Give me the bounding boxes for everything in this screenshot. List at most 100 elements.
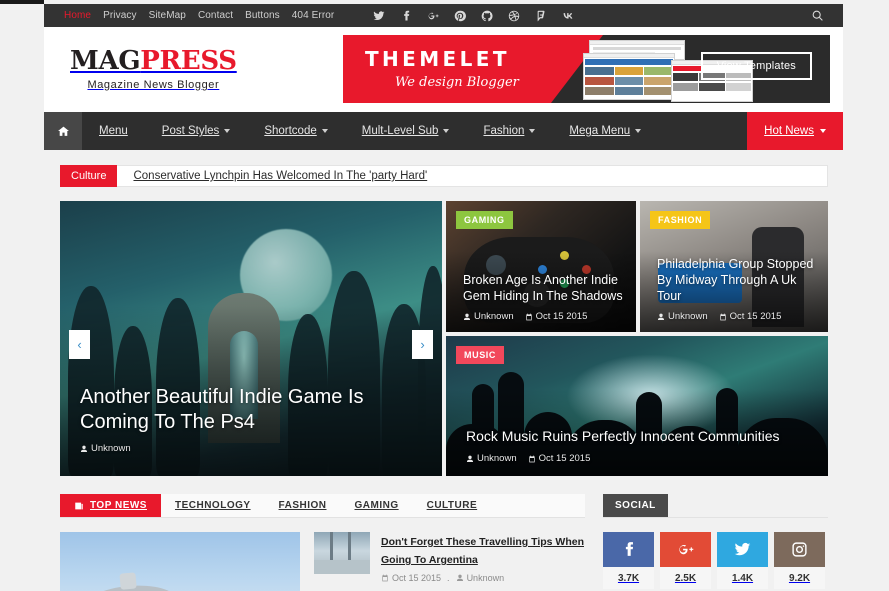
slider-next-button[interactable]: › [412,330,433,359]
social-box-twitter[interactable]: 1.4K [717,532,768,589]
top-nav-sitemap[interactable]: SiteMap [149,10,186,21]
google-plus-icon[interactable] [426,9,439,22]
google-plus-count: 2.5K [660,567,711,589]
featured-main-title[interactable]: Another Beautiful Indie Game Is Coming T… [80,385,382,436]
tab-culture[interactable]: CULTURE [413,494,492,517]
tab-technology[interactable]: TECHNOLOGY [161,494,265,517]
chevron-down-icon [635,129,642,133]
featured-main-body: Another Beautiful Indie Game Is Coming T… [80,385,382,454]
pinterest-icon[interactable] [453,9,466,22]
site-header: MAGPRESS Magazine News Blogger THEMELET … [44,27,843,112]
social-widget-title: SOCIAL [603,494,668,517]
featured-fashion-body: Philadelphia Group Stopped By Midway Thr… [657,256,816,322]
dribbble-icon[interactable] [507,9,520,22]
foursquare-icon[interactable] [534,9,547,22]
featured-grid: Another Beautiful Indie Game Is Coming T… [60,201,828,476]
author-meta: Unknown [456,573,504,583]
twitter-icon [717,532,768,567]
featured-fashion-card[interactable]: FASHION Philadelphia Group Stopped By Mi… [640,201,828,332]
post-thumbnail[interactable] [314,532,370,574]
featured-music-badge: MUSIC [456,346,504,364]
google-plus-icon [660,532,711,567]
nav-item-fashion[interactable]: Fashion [466,112,552,150]
author-meta: Unknown [463,311,514,322]
featured-music-card[interactable]: MUSIC Rock Music Ruins Perfectly Innocen… [446,336,828,476]
tab-label: TOP NEWS [90,500,147,511]
top-social-links [372,9,574,22]
news-ticker: Culture Conservative Lynchpin Has Welcom… [60,165,828,187]
social-box-google-plus[interactable]: 2.5K [660,532,711,589]
social-widget-header: SOCIAL [603,494,828,518]
view-templates-button[interactable]: View Templates [700,52,812,80]
calendar-icon [719,313,726,320]
nav-item-post-styles[interactable]: Post Styles [145,112,248,150]
social-widget: SOCIAL 3.7K 2.5K 1.4K 9.2K [603,494,828,589]
tab-gaming[interactable]: GAMING [341,494,413,517]
post-title[interactable]: Don't Forget These Travelling Tips When … [381,536,584,566]
featured-music-meta: Unknown Oct 15 2015 [466,453,812,464]
chevron-down-icon [443,129,450,133]
instagram-icon [774,532,825,567]
top-bar: Home Privacy SiteMap Contact Buttons 404… [44,4,843,27]
featured-music-title[interactable]: Rock Music Ruins Perfectly Innocent Comm… [466,428,812,446]
vk-icon[interactable] [561,9,574,22]
chevron-down-icon [224,129,231,133]
nav-item-hot-news[interactable]: Hot News [747,112,843,150]
list-item[interactable]: Don't Forget These Travelling Tips When … [314,532,585,583]
top-news-widget: TOP NEWS TECHNOLOGY FASHION GAMING CULTU… [60,494,585,591]
twitter-icon[interactable] [372,9,385,22]
tab-bar: TOP NEWS TECHNOLOGY FASHION GAMING CULTU… [60,494,585,518]
featured-post-thumbnail[interactable] [60,532,300,591]
tab-fashion[interactable]: FASHION [265,494,341,517]
featured-gaming-card[interactable]: GAMING Broken Age Is Another Indie Gem H… [446,201,636,332]
featured-music-body: Rock Music Ruins Perfectly Innocent Comm… [466,428,812,464]
user-icon [81,445,87,452]
home-icon[interactable] [44,112,82,150]
calendar-icon [382,574,388,582]
featured-gaming-badge: GAMING [456,211,513,229]
featured-gaming-meta: Unknown Oct 15 2015 [463,311,624,322]
featured-gaming-body: Broken Age Is Another Indie Gem Hiding I… [463,272,624,322]
logo-tagline: Magazine News Blogger [87,79,220,91]
top-nav-404-error[interactable]: 404 Error [292,10,335,21]
top-nav-home[interactable]: Home [64,10,91,21]
chevron-down-icon [529,129,536,133]
ad-subtitle: We design Blogger [395,75,519,90]
nav-label: Post Styles [161,125,220,137]
github-icon[interactable] [480,9,493,22]
date-meta: Oct 15 2015 [381,573,441,583]
slider-prev-button[interactable]: ‹ [69,330,90,359]
featured-gaming-title[interactable]: Broken Age Is Another Indie Gem Hiding I… [463,272,624,304]
main-navigation: Menu Post Styles Shortcode Mult-Level Su… [44,112,843,150]
social-box-instagram[interactable]: 9.2K [774,532,825,589]
top-nav-buttons[interactable]: Buttons [245,10,280,21]
author-meta: Unknown [466,453,517,464]
ad-title: THEMELET [365,47,510,71]
tab-top-news[interactable]: TOP NEWS [60,494,161,517]
facebook-icon [603,532,654,567]
chevron-down-icon [321,129,328,133]
top-navigation: Home Privacy SiteMap Contact Buttons 404… [64,10,334,21]
nav-item-shortcode[interactable]: Shortcode [247,112,344,150]
nav-item-menu[interactable]: Menu [82,112,145,150]
featured-fashion-title[interactable]: Philadelphia Group Stopped By Midway Thr… [657,256,816,304]
author-meta: Unknown [657,311,708,322]
calendar-icon [528,455,535,462]
top-nav-privacy[interactable]: Privacy [103,10,136,21]
nav-label: Menu [99,125,128,137]
social-counter-grid: 3.7K 2.5K 1.4K 9.2K [603,518,828,589]
main-nav-items: Menu Post Styles Shortcode Mult-Level Su… [82,112,658,150]
site-logo[interactable]: MAGPRESS Magazine News Blogger [70,48,237,91]
featured-main-card[interactable]: Another Beautiful Indie Game Is Coming T… [60,201,442,476]
nav-label: Shortcode [264,125,317,137]
logo-mag: MAG [70,46,141,76]
user-icon [467,455,473,462]
social-box-facebook[interactable]: 3.7K [603,532,654,589]
search-icon[interactable] [811,9,825,23]
top-nav-contact[interactable]: Contact [198,10,233,21]
header-ad-banner[interactable]: THEMELET We design Blogger View Template… [343,35,830,103]
nav-item-mega-menu[interactable]: Mega Menu [552,112,658,150]
facebook-icon[interactable] [399,9,412,22]
ticker-headline[interactable]: Conservative Lynchpin Has Welcomed In Th… [117,166,427,186]
nav-item-mult-level-sub[interactable]: Mult-Level Sub [345,112,467,150]
